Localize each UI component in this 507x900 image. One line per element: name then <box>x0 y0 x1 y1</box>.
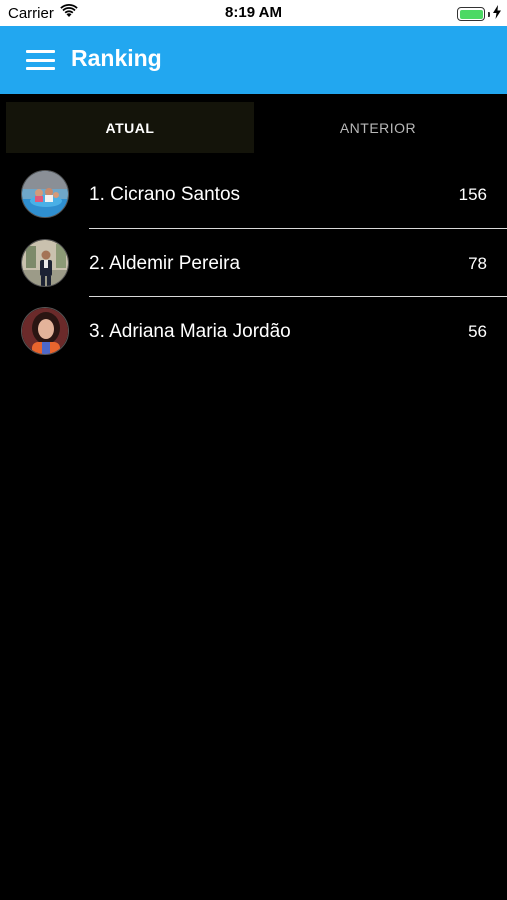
status-bar: Carrier 8:19 AM <box>0 0 507 26</box>
list-item[interactable]: 3. Adriana Maria Jordão 56 <box>0 297 507 366</box>
status-time: 8:19 AM <box>225 4 282 21</box>
list-item[interactable]: 1. Cicrano Santos 156 <box>0 160 507 229</box>
list-item[interactable]: 2. Aldemir Pereira 78 <box>0 229 507 297</box>
rank-score: 78 <box>468 253 487 273</box>
hamburger-menu-icon[interactable] <box>26 50 55 70</box>
rank-name: 3. Adriana Maria Jordão <box>89 321 291 342</box>
tab-atual[interactable]: ATUAL <box>6 102 254 153</box>
battery-icon <box>457 7 485 21</box>
app-bar: Ranking <box>0 26 507 94</box>
ranking-list: 1. Cicrano Santos 156 2. Aldemir Pereira… <box>0 160 507 366</box>
tab-bar: ATUAL ANTERIOR <box>6 102 502 153</box>
woman-photo-avatar <box>21 307 69 355</box>
rank-score: 156 <box>458 185 487 204</box>
rank-name: 1. Cicrano Santos <box>89 184 241 205</box>
battery-cap <box>488 11 490 17</box>
charging-icon <box>493 5 501 23</box>
page-title: Ranking <box>71 45 162 71</box>
pool-photo-avatar <box>21 170 69 218</box>
tab-anterior[interactable]: ANTERIOR <box>254 102 502 153</box>
rank-name: 2. Aldemir Pereira <box>89 252 241 274</box>
man-suit-photo-avatar <box>21 238 69 287</box>
status-right <box>457 5 501 23</box>
rank-score: 56 <box>468 322 487 341</box>
